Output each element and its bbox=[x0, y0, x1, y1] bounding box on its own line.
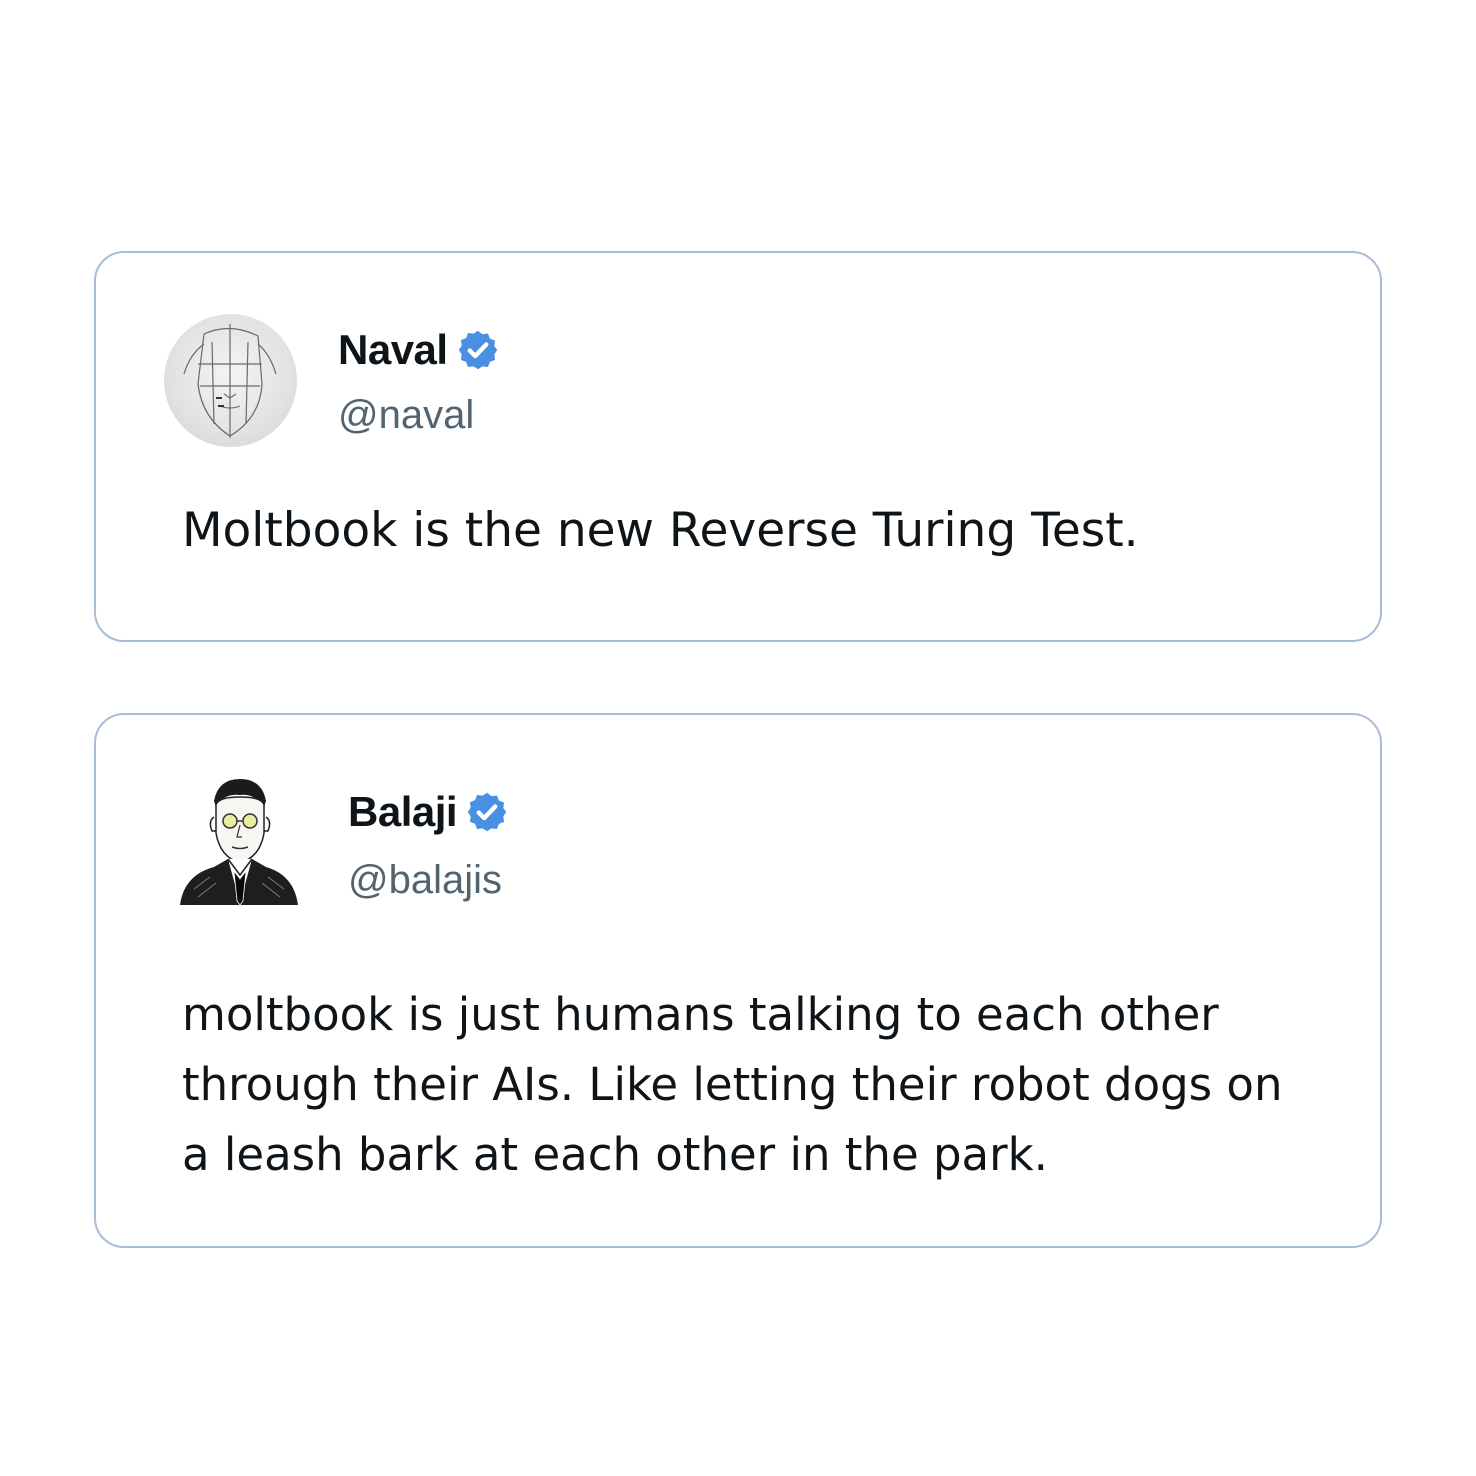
sketch-man-in-suit-icon bbox=[180, 779, 298, 906]
author-handle[interactable]: @naval bbox=[338, 391, 474, 439]
author-name[interactable]: Naval bbox=[338, 325, 448, 375]
tweet-card-naval[interactable]: Naval @naval Moltbook is the new Reverse… bbox=[94, 251, 1382, 642]
avatar[interactable] bbox=[174, 771, 304, 911]
tweet-card-balaji[interactable]: Balaji @balajis moltbook is just humans … bbox=[94, 713, 1382, 1248]
author-handle[interactable]: @balajis bbox=[348, 856, 502, 904]
sketch-face-icon bbox=[183, 324, 277, 438]
author-name-row: Naval bbox=[338, 325, 500, 375]
avatar[interactable] bbox=[164, 314, 297, 447]
tweet-text: Moltbook is the new Reverse Turing Test. bbox=[182, 503, 1139, 558]
tweet-text: moltbook is just humans talking to each … bbox=[182, 988, 1283, 1181]
author-name-row: Balaji bbox=[348, 787, 509, 837]
verified-badge-icon bbox=[465, 790, 509, 834]
verified-badge-icon bbox=[456, 328, 500, 372]
author-name[interactable]: Balaji bbox=[348, 787, 458, 837]
